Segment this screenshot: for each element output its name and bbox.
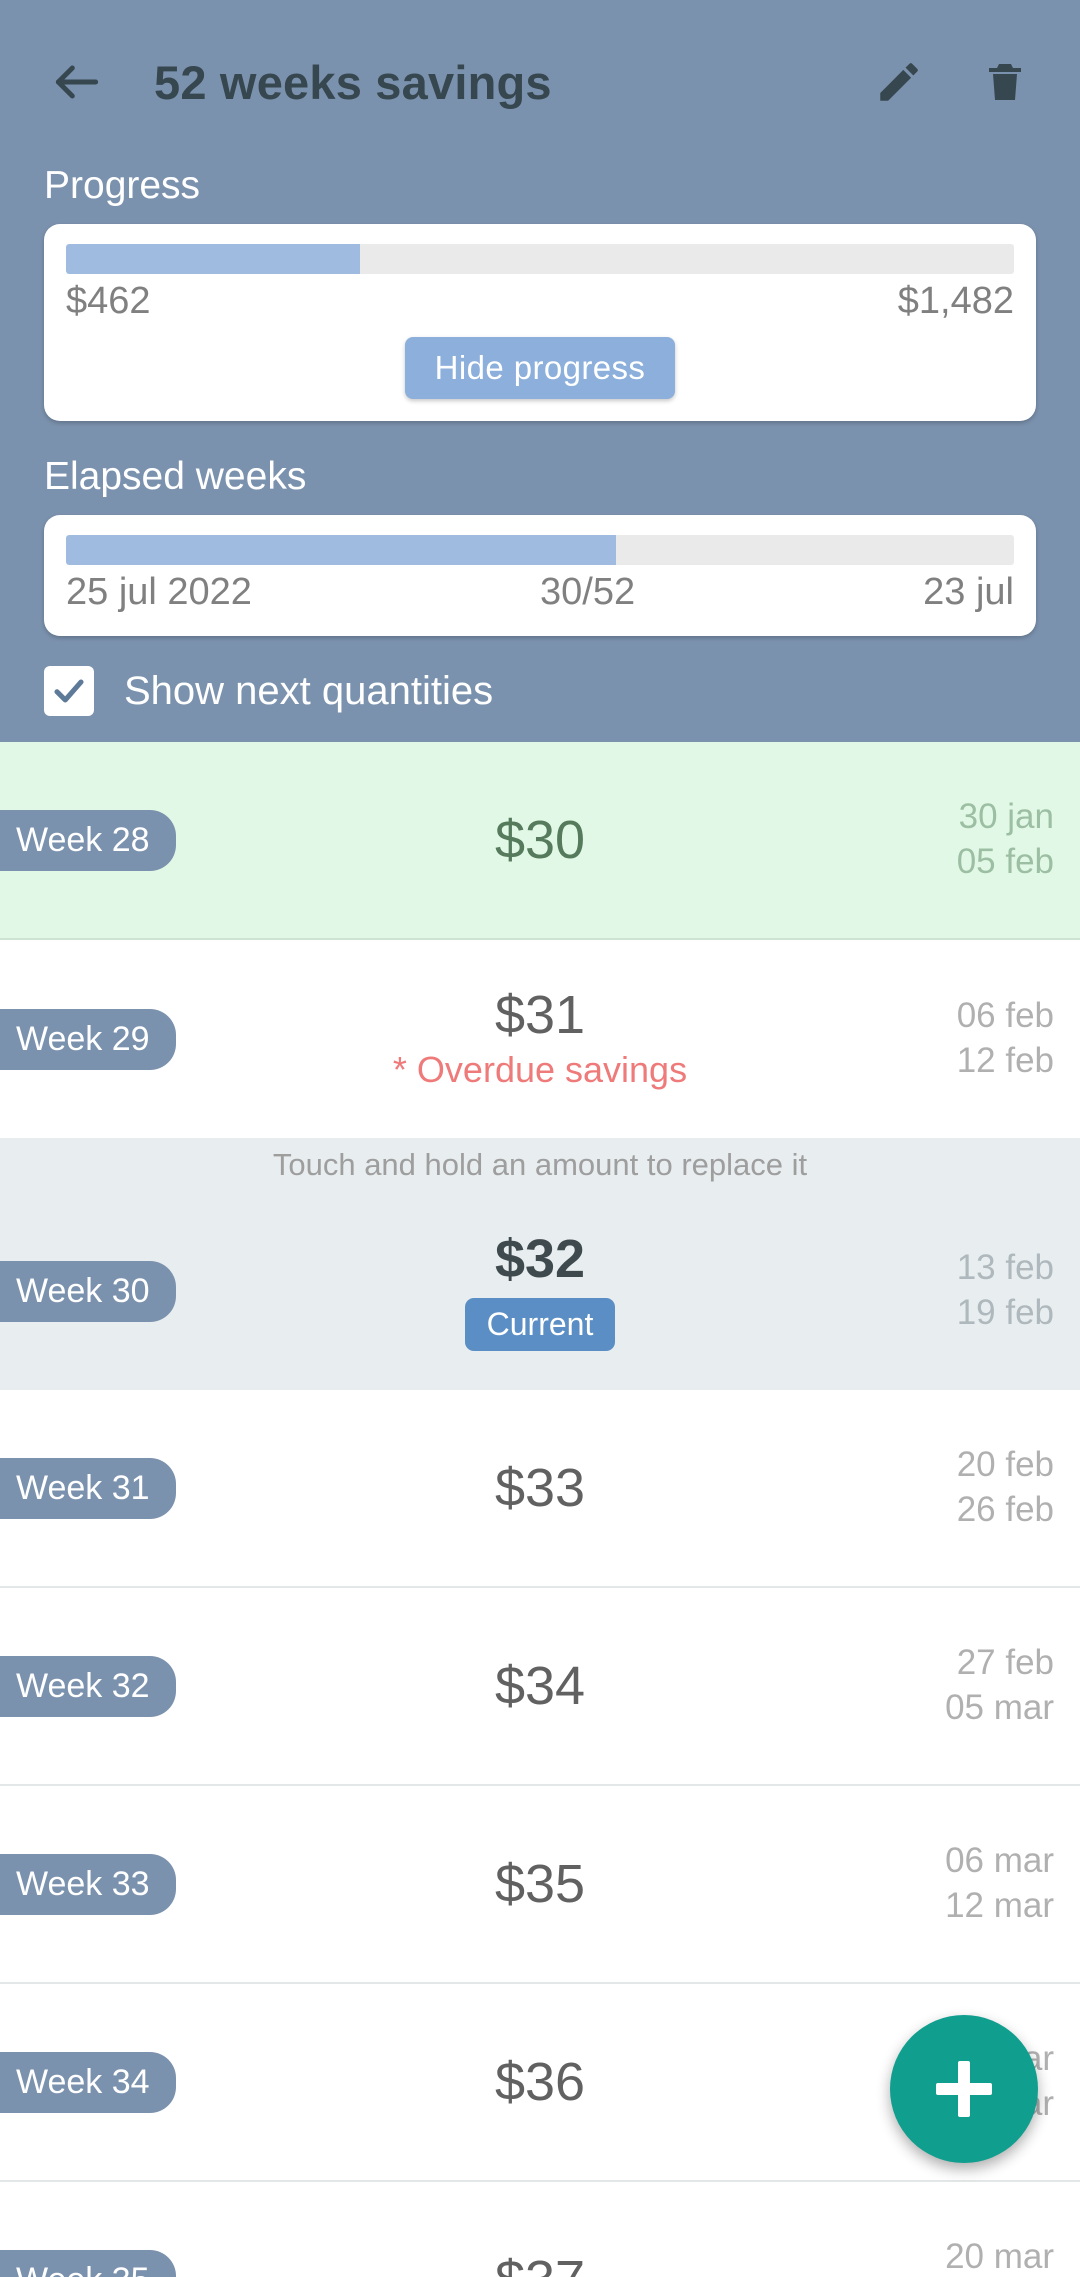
- week-date-range: 30 jan 05 feb: [957, 795, 1054, 885]
- week-amount[interactable]: $31: [210, 986, 870, 1044]
- week-amount[interactable]: $32: [210, 1231, 870, 1288]
- week-date-range: 20 mar26 mar: [945, 2235, 1054, 2277]
- pencil-icon[interactable]: [870, 53, 928, 111]
- week-number-chip: Week 30: [0, 1260, 176, 1322]
- progress-legend: $462 $1,482: [66, 280, 1014, 323]
- elapsed-bar-fill: [66, 535, 616, 565]
- week-start-date: 20 feb: [956, 1445, 1054, 1485]
- week-amount[interactable]: $34: [210, 1657, 870, 1715]
- week-number-chip: Week 33: [0, 1853, 176, 1915]
- week-date-range: 06 mar 12 mar: [945, 1839, 1054, 1929]
- elapsed-bar-track: [66, 535, 1014, 565]
- week-row[interactable]: Week 33 $35 06 mar 12 mar: [0, 1786, 1080, 1984]
- week-amount[interactable]: $30: [210, 811, 870, 869]
- plus-icon-vertical: [958, 2061, 970, 2117]
- arrow-left-icon[interactable]: [46, 51, 108, 113]
- trash-icon[interactable]: [976, 53, 1034, 111]
- week-number-chip: Week 29: [0, 1008, 176, 1070]
- week-amount[interactable]: $35: [210, 1855, 870, 1913]
- progress-goal-amount: $1,482: [897, 280, 1014, 322]
- header-panel: 52 weeks savings Progress $462 $1,482 Hi…: [0, 0, 1080, 742]
- elapsed-legend: 25 jul 2022 30/52 23 jul: [66, 571, 1014, 614]
- elapsed-end-date: 23 jul: [923, 571, 1014, 613]
- week-end-date: 05 feb: [956, 842, 1054, 881]
- check-icon: [54, 679, 84, 703]
- show-next-quantities-checkbox[interactable]: [44, 666, 94, 716]
- week-date-range: 20 feb 26 feb: [957, 1443, 1054, 1533]
- week-date-range: 27 feb 05 mar: [945, 1641, 1054, 1731]
- week-start-date: 06 feb: [956, 996, 1054, 1036]
- progress-section-label: Progress: [44, 164, 201, 207]
- elapsed-start-date: 25 jul 2022: [66, 571, 252, 613]
- week-start-date: 20 mar: [945, 2237, 1054, 2277]
- week-number-chip: Week 35: [0, 2249, 176, 2277]
- overdue-savings-label: * Overdue savings: [392, 1049, 688, 1091]
- progress-toggle-row: Hide progress: [66, 337, 1014, 399]
- progress-bar-fill: [66, 244, 360, 274]
- show-next-quantities-row[interactable]: Show next quantities: [0, 636, 1080, 716]
- app-bar: 52 weeks savings: [0, 0, 1080, 164]
- progress-bar-track: [66, 244, 1014, 274]
- week-number-chip: Week 31: [0, 1457, 176, 1519]
- app-bar-actions: [870, 53, 1034, 111]
- week-end-date: 12 mar: [945, 1886, 1054, 1925]
- week-row[interactable]: Week 30 $32 Current 13 feb 19 feb: [0, 1192, 1080, 1390]
- week-date-range: 06 feb 12 feb: [957, 994, 1054, 1084]
- week-end-date: 19 feb: [956, 1293, 1054, 1332]
- week-row[interactable]: Week 28 $30 30 jan 05 feb: [0, 742, 1080, 940]
- replace-amount-hint: Touch and hold an amount to replace it: [0, 1138, 1080, 1192]
- week-start-date: 13 feb: [956, 1248, 1054, 1288]
- hide-progress-button[interactable]: Hide progress: [404, 337, 676, 399]
- week-start-date: 06 mar: [945, 1841, 1054, 1881]
- week-number-chip: Week 32: [0, 1655, 176, 1717]
- progress-card: $462 $1,482 Hide progress: [44, 224, 1036, 421]
- show-next-quantities-label: Show next quantities: [124, 668, 494, 713]
- week-number-chip: Week 28: [0, 809, 176, 871]
- week-row[interactable]: Week 32 $34 27 feb 05 mar: [0, 1588, 1080, 1786]
- week-start-date: 27 feb: [956, 1643, 1054, 1683]
- week-row[interactable]: Week 31 $33 20 feb 26 feb: [0, 1390, 1080, 1588]
- elapsed-weeks-card: 25 jul 2022 30/52 23 jul: [44, 515, 1036, 636]
- week-end-date: 05 mar: [945, 1688, 1054, 1727]
- week-date-range: 13 feb 19 feb: [957, 1246, 1054, 1336]
- week-amount[interactable]: $36: [210, 2053, 870, 2111]
- elapsed-week-counter: 30/52: [540, 571, 636, 613]
- elapsed-weeks-section-label: Elapsed weeks: [44, 455, 307, 498]
- week-amount[interactable]: $33: [210, 1459, 870, 1517]
- week-number-chip: Week 34: [0, 2051, 176, 2113]
- progress-saved-amount: $462: [66, 280, 151, 322]
- week-row[interactable]: Week 29 $31 * Overdue savings 06 feb 12 feb: [0, 940, 1080, 1138]
- savings-detail-screen: 52 weeks savings Progress $462 $1,482 Hi…: [0, 0, 1080, 2277]
- week-row[interactable]: Week 35 $37 20 mar26 mar: [0, 2182, 1080, 2277]
- current-week-badge: Current: [464, 1297, 616, 1351]
- page-title: 52 weeks savings: [154, 55, 552, 109]
- week-amount[interactable]: $37: [210, 2251, 870, 2277]
- week-end-date: 12 feb: [956, 1041, 1054, 1080]
- week-end-date: 26 feb: [956, 1490, 1054, 1529]
- week-start-date: 30 jan: [958, 797, 1054, 837]
- add-savings-fab[interactable]: [890, 2015, 1038, 2163]
